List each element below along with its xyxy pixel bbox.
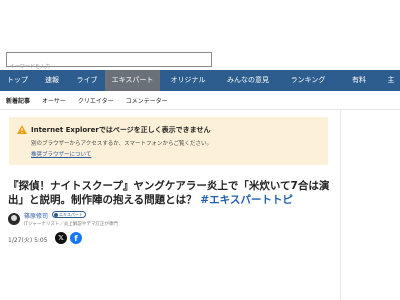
nav-item-top[interactable]: トップ bbox=[0, 70, 35, 91]
browser-warning-box: Internet Explorerではページを正しく表示できません 別のブラウザ… bbox=[9, 117, 328, 165]
recommended-browser-link[interactable]: 推奨ブラウザーについて bbox=[31, 150, 91, 158]
author-description: ITジャーナリスト／炎上解説やデマ訂正が専門 bbox=[24, 222, 118, 227]
article-date: 1/27(火) 5:05 bbox=[8, 237, 48, 244]
badge-icon bbox=[54, 212, 58, 217]
column-divider bbox=[340, 110, 341, 300]
search-box[interactable] bbox=[6, 52, 212, 74]
subnav-item-authors[interactable]: オーサー bbox=[42, 96, 66, 105]
author-avatar[interactable] bbox=[8, 213, 20, 225]
expert-badge-label: エキスパート bbox=[59, 212, 83, 217]
x-share-icon[interactable]: 𝕏 bbox=[55, 232, 67, 244]
nav-item-paid[interactable]: 有料 bbox=[336, 70, 382, 91]
nav-item-more[interactable]: 主 bbox=[382, 70, 400, 91]
nav-item-live[interactable]: ライブ bbox=[69, 70, 105, 91]
nav-item-ranking[interactable]: ランキング bbox=[280, 70, 336, 91]
browser-warning-text: 別のブラウザーからアクセスするか、スマートフォンからご覧ください。 bbox=[31, 141, 212, 147]
headline-tag-link[interactable]: #エキスパートトピ bbox=[200, 194, 292, 206]
nav-item-original[interactable]: オリジナル bbox=[160, 70, 216, 91]
nav-item-expert[interactable]: エキスパート bbox=[105, 70, 160, 91]
expert-badge: エキスパート bbox=[52, 211, 86, 218]
warning-icon bbox=[17, 125, 27, 134]
facebook-share-icon[interactable]: f bbox=[70, 232, 82, 244]
nav-item-opinions[interactable]: みんなの意見 bbox=[216, 70, 280, 91]
subnav-item-commentators[interactable]: コメンテーター bbox=[126, 96, 168, 105]
subnav-item-new-articles[interactable]: 新着記事 bbox=[6, 96, 30, 105]
main-nav: トップ 速報 ライブ エキスパート オリジナル みんなの意見 ランキング 有料 … bbox=[0, 70, 400, 91]
browser-warning-title: Internet Explorerではページを正しく表示できません bbox=[31, 126, 211, 134]
nav-item-breaking[interactable]: 速報 bbox=[35, 70, 69, 91]
article-headline: 『探偵！ナイトスクープ』ヤングケアラー炎上で「米炊いて7合は演出」と説明。制作陣… bbox=[8, 179, 333, 207]
subnav-item-creators[interactable]: クリエイター bbox=[78, 96, 114, 105]
sub-nav: 新着記事 オーサー クリエイター コメンテーター bbox=[0, 91, 400, 110]
author-name[interactable]: 篠原修司 bbox=[24, 211, 48, 220]
